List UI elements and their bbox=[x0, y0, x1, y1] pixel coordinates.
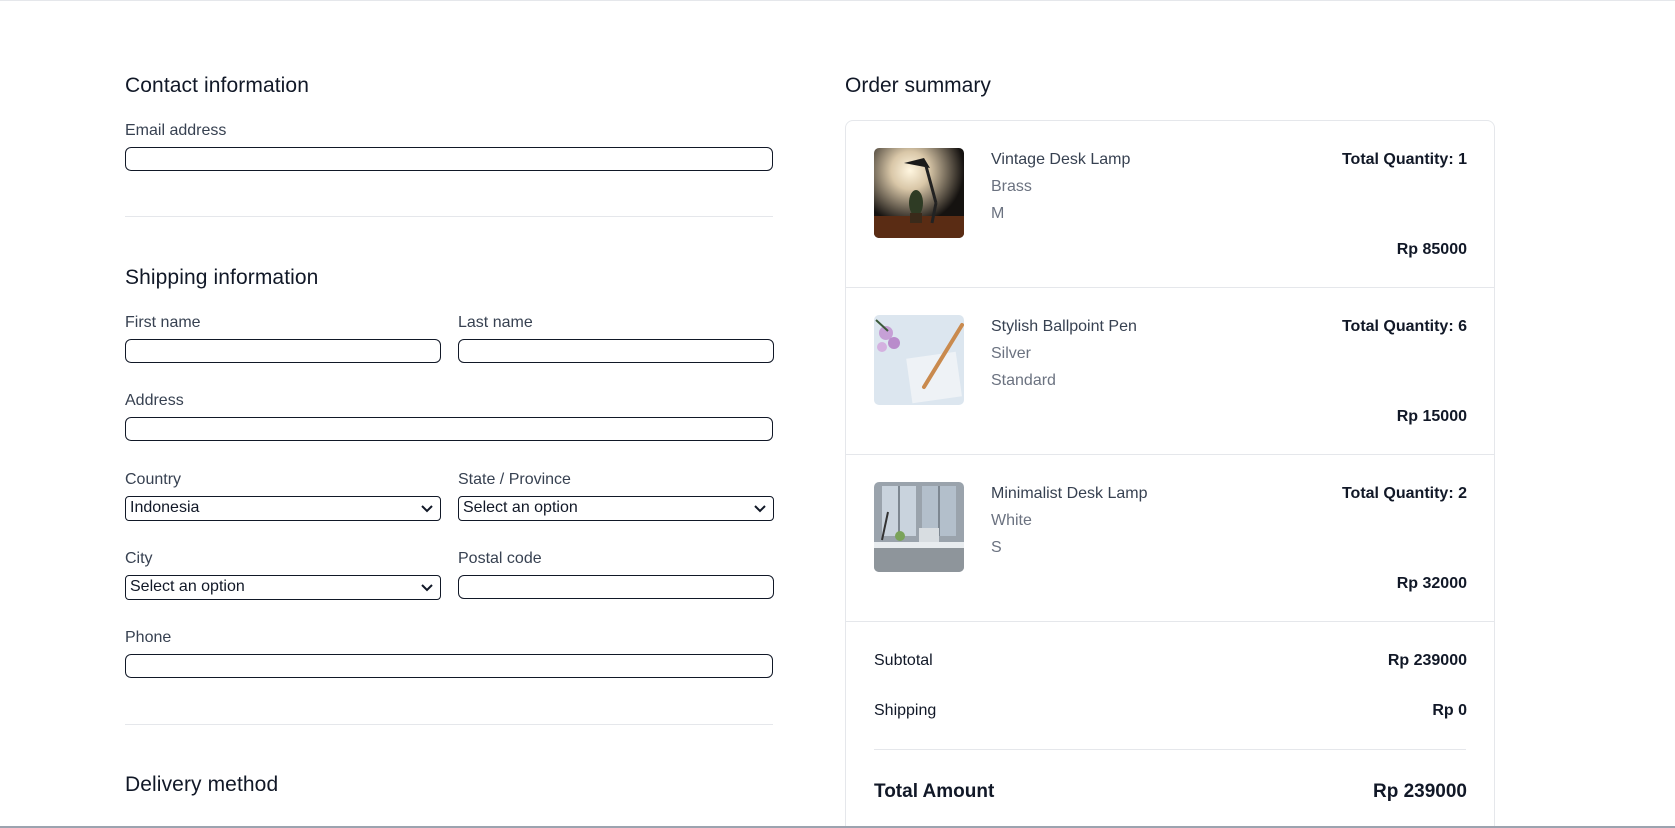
item-name[interactable]: Vintage Desk Lamp bbox=[991, 151, 1130, 169]
phone-field[interactable] bbox=[125, 654, 773, 678]
top-border bbox=[0, 0, 1675, 1]
chevron-down-icon bbox=[754, 505, 766, 513]
order-summary-title: Order summary bbox=[845, 74, 991, 97]
desk-lamp-photo-icon bbox=[874, 482, 964, 572]
item-size: Standard bbox=[991, 372, 1056, 389]
country-label: Country bbox=[125, 471, 182, 488]
phone-label: Phone bbox=[125, 629, 172, 646]
item-name[interactable]: Minimalist Desk Lamp bbox=[991, 485, 1147, 503]
city-select[interactable]: Select an option bbox=[125, 575, 441, 600]
state-label: State / Province bbox=[458, 471, 571, 488]
last-name-field[interactable] bbox=[458, 339, 774, 363]
item-color: Silver bbox=[991, 345, 1032, 362]
section-divider bbox=[125, 724, 773, 725]
item-size: S bbox=[991, 539, 1002, 556]
desk-lamp-photo-icon bbox=[874, 148, 964, 238]
item-size: M bbox=[991, 205, 1005, 222]
first-name-label: First name bbox=[125, 314, 201, 331]
item-color: White bbox=[991, 512, 1032, 529]
total-amount-value: Rp 239000 bbox=[1372, 781, 1467, 802]
city-select-value: Select an option bbox=[130, 578, 245, 595]
address-label: Address bbox=[125, 392, 184, 409]
order-item: Minimalist Desk Lamp White S Total Quant… bbox=[846, 455, 1494, 622]
order-item: Stylish Ballpoint Pen Silver Standard To… bbox=[846, 288, 1494, 455]
item-quantity: Total Quantity: 6 bbox=[1341, 318, 1467, 335]
email-field[interactable] bbox=[125, 147, 773, 171]
contact-section-title: Contact information bbox=[125, 74, 309, 97]
item-price: Rp 15000 bbox=[1396, 408, 1467, 425]
country-select-value: Indonesia bbox=[130, 499, 200, 516]
totals-divider bbox=[874, 749, 1466, 750]
item-quantity: Total Quantity: 1 bbox=[1341, 151, 1467, 168]
address-field[interactable] bbox=[125, 417, 773, 441]
shipping-section-title: Shipping information bbox=[125, 266, 319, 289]
postal-code-field[interactable] bbox=[458, 575, 774, 599]
ballpoint-pen-photo-icon bbox=[874, 315, 964, 405]
item-name[interactable]: Stylish Ballpoint Pen bbox=[991, 318, 1137, 336]
total-amount-label: Total Amount bbox=[874, 781, 995, 802]
order-item: Vintage Desk Lamp Brass M Total Quantity… bbox=[846, 121, 1494, 288]
delivery-section-title: Delivery method bbox=[125, 773, 279, 796]
last-name-label: Last name bbox=[458, 314, 533, 331]
order-summary-card: Vintage Desk Lamp Brass M Total Quantity… bbox=[845, 120, 1495, 828]
first-name-field[interactable] bbox=[125, 339, 441, 363]
chevron-down-icon bbox=[421, 584, 433, 592]
state-select[interactable]: Select an option bbox=[458, 496, 774, 521]
item-color: Brass bbox=[991, 178, 1032, 195]
postal-code-label: Postal code bbox=[458, 550, 542, 567]
email-label: Email address bbox=[125, 122, 227, 139]
city-label: City bbox=[125, 550, 153, 567]
shipping-cost-value: Rp 0 bbox=[1432, 702, 1467, 719]
chevron-down-icon bbox=[421, 505, 433, 513]
subtotal-label: Subtotal bbox=[874, 652, 933, 669]
state-select-value: Select an option bbox=[463, 499, 578, 516]
item-quantity: Total Quantity: 2 bbox=[1341, 485, 1467, 502]
item-price: Rp 85000 bbox=[1396, 241, 1467, 258]
section-divider bbox=[125, 216, 773, 217]
subtotal-value: Rp 239000 bbox=[1387, 652, 1467, 669]
item-price: Rp 32000 bbox=[1396, 575, 1467, 592]
shipping-cost-label: Shipping bbox=[874, 702, 937, 719]
country-select[interactable]: Indonesia bbox=[125, 496, 441, 521]
